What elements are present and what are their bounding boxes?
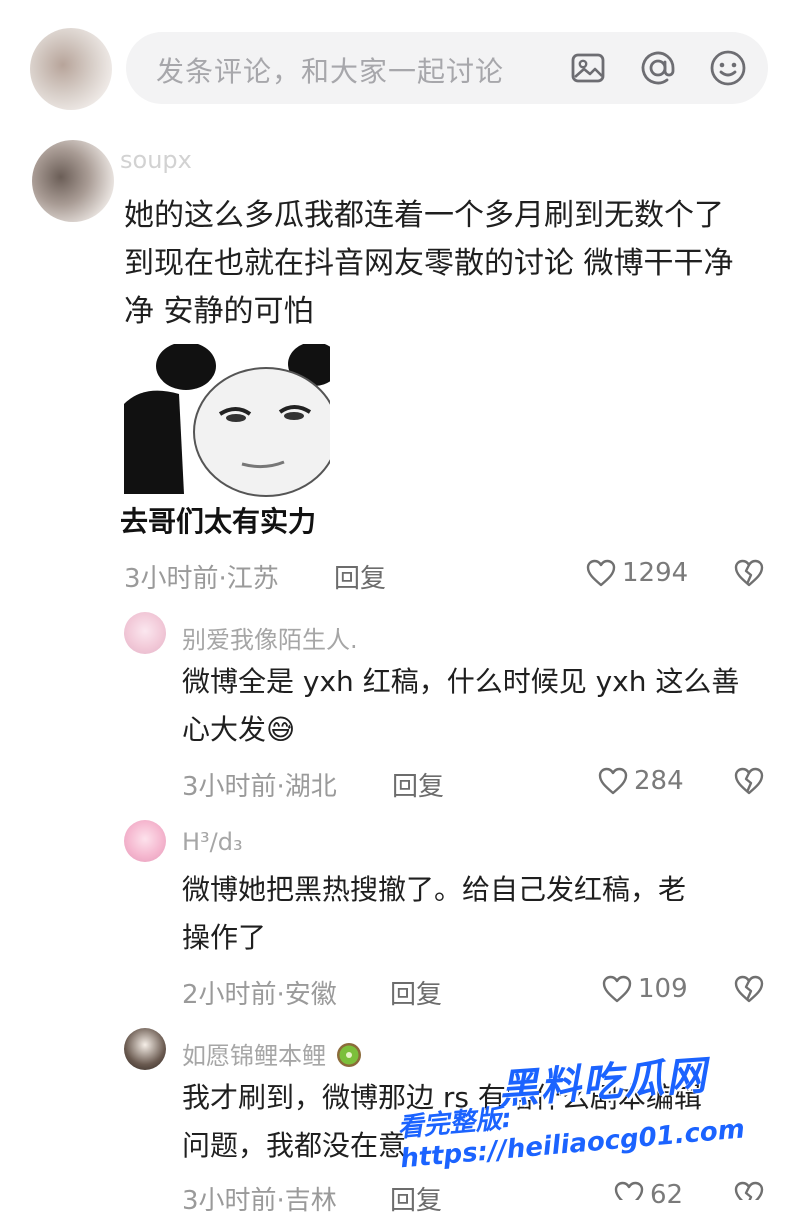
- dislike-broken-heart-icon[interactable]: [732, 972, 766, 1006]
- reply-avatar[interactable]: [124, 1028, 166, 1070]
- kiwi-emoji-icon: [336, 1043, 361, 1067]
- like-count: 1294: [622, 558, 689, 588]
- reply-time-location: 2小时前·安徽: [182, 980, 337, 1010]
- like-heart-icon[interactable]: [612, 1178, 646, 1200]
- dislike-broken-heart-icon[interactable]: [732, 1178, 766, 1200]
- reply-button[interactable]: 回复: [390, 1180, 442, 1217]
- comment-time-location: 3小时前·江苏: [124, 564, 279, 594]
- like-heart-icon[interactable]: [600, 972, 634, 1006]
- reply-button[interactable]: 回复: [392, 766, 444, 803]
- like-count: 109: [638, 974, 688, 1004]
- current-user-avatar: [30, 28, 112, 110]
- emoji-icon[interactable]: [708, 48, 748, 88]
- dislike-broken-heart-icon[interactable]: [732, 556, 766, 590]
- reply-text: 微博全是 yxh 红稿，什么时候见 yxh 这么善 心大发😅: [182, 665, 740, 746]
- like-heart-icon[interactable]: [584, 556, 618, 590]
- mention-icon[interactable]: [638, 48, 678, 88]
- comment-input-placeholder: 发条评论，和大家一起讨论: [156, 55, 505, 88]
- like-count: 284: [634, 766, 684, 796]
- grinning-sweat-emoji: 😅: [266, 713, 296, 746]
- reply-time-location: 3小时前·吉林: [182, 1186, 337, 1216]
- commenter-username[interactable]: soupx: [120, 146, 192, 174]
- image-icon[interactable]: [568, 48, 608, 88]
- like-heart-icon[interactable]: [596, 764, 630, 798]
- commenter-avatar[interactable]: [32, 140, 114, 222]
- reply-avatar[interactable]: [124, 820, 166, 862]
- reply-button[interactable]: 回复: [390, 974, 442, 1011]
- reply-time-location: 3小时前·湖北: [182, 772, 337, 802]
- dislike-broken-heart-icon[interactable]: [732, 764, 766, 798]
- reply-text: 微博她把黑热搜撤了。给自己发红稿，老 操作了: [182, 873, 687, 954]
- meme-caption: 去哥们太有实力: [120, 505, 317, 538]
- reply-button[interactable]: 回复: [334, 558, 386, 595]
- reply-username[interactable]: 别爱我像陌生人.: [182, 620, 358, 655]
- reply-username[interactable]: H³∕d₃: [182, 828, 243, 856]
- reply-avatar[interactable]: [124, 612, 166, 654]
- like-count: 62: [650, 1180, 684, 1210]
- reply-username[interactable]: 如愿锦鲤本鲤: [182, 1036, 364, 1071]
- comment-text: 她的这么多瓜我都连着一个多月刷到无数个了 到现在也就在抖音网友零散的讨论 微博干…: [124, 198, 734, 329]
